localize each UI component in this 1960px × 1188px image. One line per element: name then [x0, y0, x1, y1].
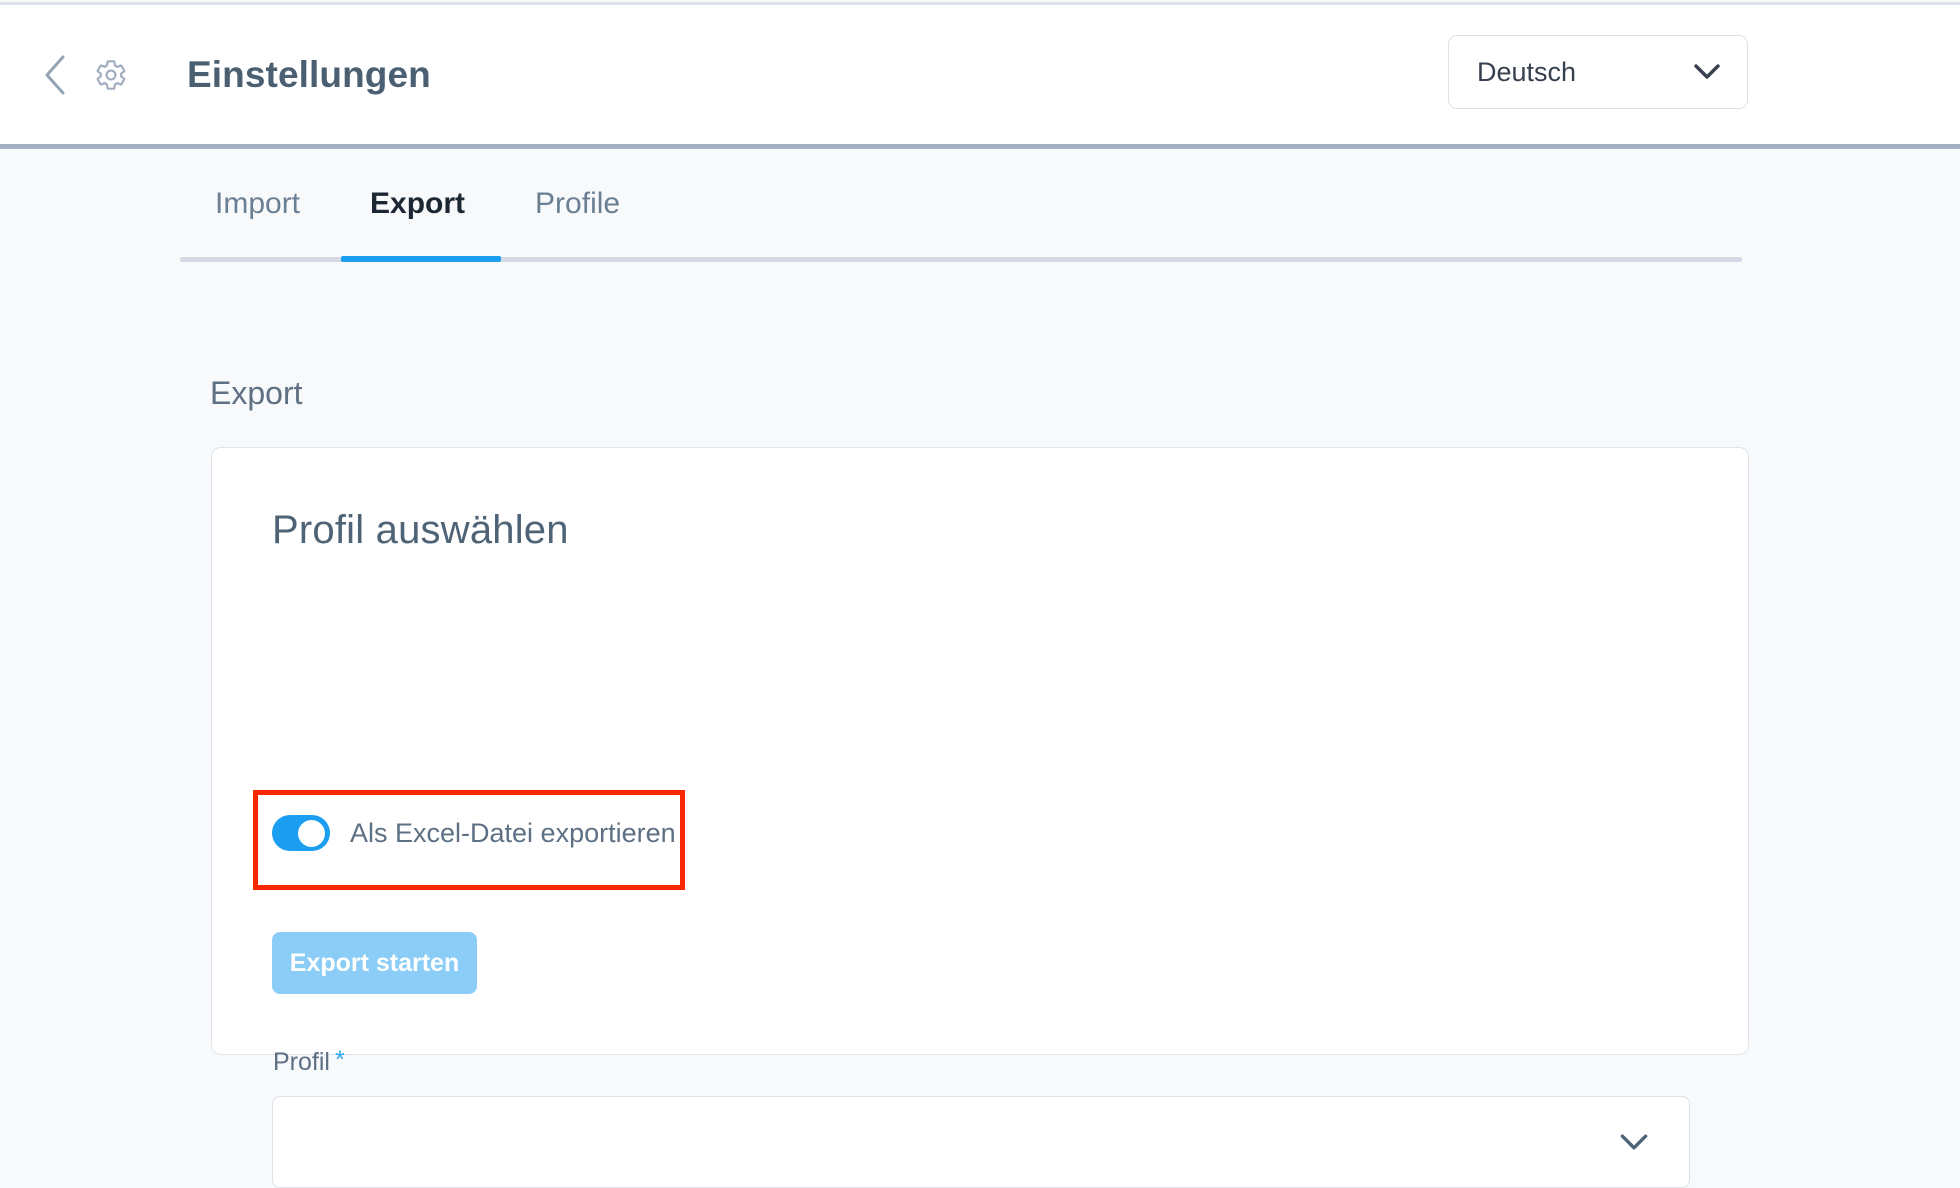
tab-active-indicator	[341, 256, 501, 262]
gear-icon	[96, 59, 126, 90]
excel-export-toggle[interactable]	[272, 815, 330, 851]
chevron-down-icon	[1694, 64, 1720, 79]
page-title: Einstellungen	[187, 53, 431, 95]
excel-export-toggle-row[interactable]: Als Excel-Datei exportieren	[272, 815, 676, 851]
profile-label-text: Profil	[273, 1048, 330, 1076]
chevron-left-icon	[45, 55, 65, 94]
back-button[interactable]	[38, 52, 72, 98]
settings-button[interactable]	[90, 54, 132, 96]
excel-export-toggle-label: Als Excel-Datei exportieren	[350, 817, 676, 848]
tab-profile[interactable]: Profile	[500, 187, 655, 243]
toggle-knob	[298, 819, 325, 847]
profile-field-label: Profil *	[273, 1048, 345, 1077]
tab-list: Import Export Profile	[180, 187, 655, 243]
profile-select[interactable]	[272, 1096, 1690, 1188]
tab-profile-label: Profile	[535, 187, 621, 220]
language-select[interactable]: Deutsch	[1448, 35, 1748, 109]
chevron-down-icon	[1620, 1133, 1648, 1149]
start-export-button[interactable]: Export starten	[272, 932, 477, 994]
tab-export[interactable]: Export	[335, 187, 500, 243]
required-asterisk: *	[334, 1046, 345, 1074]
tab-bar: Import Export Profile	[0, 149, 1960, 269]
tab-export-label: Export	[370, 187, 466, 220]
section-title: Export	[210, 375, 303, 411]
start-export-button-label: Export starten	[289, 948, 460, 977]
tab-import-label: Import	[215, 187, 301, 220]
language-select-value: Deutsch	[1477, 56, 1577, 87]
tab-import[interactable]: Import	[180, 187, 335, 243]
card-title: Profil auswählen	[272, 508, 569, 552]
